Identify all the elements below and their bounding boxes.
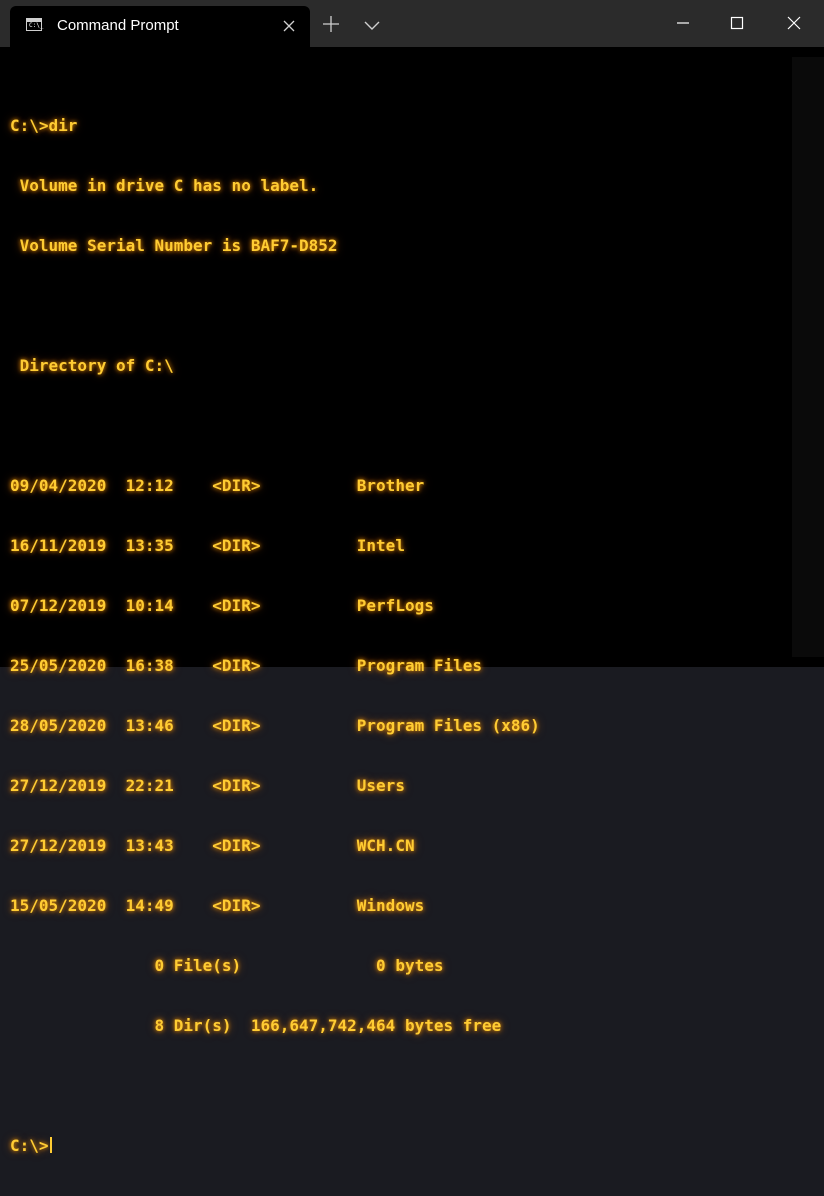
cmd-icon-text: C:\_ — [29, 22, 44, 29]
terminal-area[interactable]: C:\>dir Volume in drive C has no label. … — [0, 47, 824, 1155]
terminal-line: Volume Serial Number is BAF7-D852 — [10, 236, 338, 255]
tab-command-prompt[interactable]: C:\_ Command Prompt — [10, 6, 310, 47]
terminal-line: 07/12/2019 10:14 <DIR> PerfLogs — [10, 596, 434, 615]
close-tab-icon[interactable] — [281, 18, 297, 34]
close-icon — [787, 16, 801, 30]
prompt-line[interactable]: C:\> — [10, 1136, 790, 1156]
plus-icon[interactable] — [320, 13, 342, 35]
cmd-icon: C:\_ — [26, 18, 44, 31]
terminal-line: 8 Dir(s) 166,647,742,464 bytes free — [10, 1016, 502, 1035]
minimize-icon — [677, 22, 689, 24]
chevron-down-icon[interactable] — [362, 15, 382, 35]
maximize-button[interactable] — [714, 0, 760, 47]
maximize-icon — [730, 16, 744, 30]
scrollbar[interactable] — [792, 57, 824, 657]
terminal-line: Directory of C:\ — [10, 356, 174, 375]
terminal-line: 25/05/2020 16:38 <DIR> Program Files — [10, 656, 483, 675]
terminal-line: 27/12/2019 13:43 <DIR> WCH.CN — [10, 836, 415, 855]
terminal-line: 27/12/2019 22:21 <DIR> Users — [10, 776, 405, 795]
command-prompt-text: C:\> — [10, 1136, 49, 1155]
terminal-output[interactable]: C:\>dir Volume in drive C has no label. … — [10, 76, 790, 1155]
minimize-button[interactable] — [660, 0, 706, 47]
close-window-button[interactable] — [771, 0, 817, 47]
title-bar: C:\_ Command Prompt — [0, 0, 824, 47]
tab-title: Command Prompt — [57, 17, 179, 34]
text-cursor — [49, 1137, 52, 1153]
terminal-line: 16/11/2019 13:35 <DIR> Intel — [10, 536, 405, 555]
terminal-line: C:\>dir — [10, 116, 78, 135]
terminal-line: 28/05/2020 13:46 <DIR> Program Files (x8… — [10, 716, 540, 735]
terminal-line: 0 File(s) 0 bytes — [10, 956, 444, 975]
terminal-line: 15/05/2020 14:49 <DIR> Windows — [10, 896, 425, 915]
terminal-line: 09/04/2020 12:12 <DIR> Brother — [10, 476, 425, 495]
terminal-line: Volume in drive C has no label. — [10, 176, 319, 195]
